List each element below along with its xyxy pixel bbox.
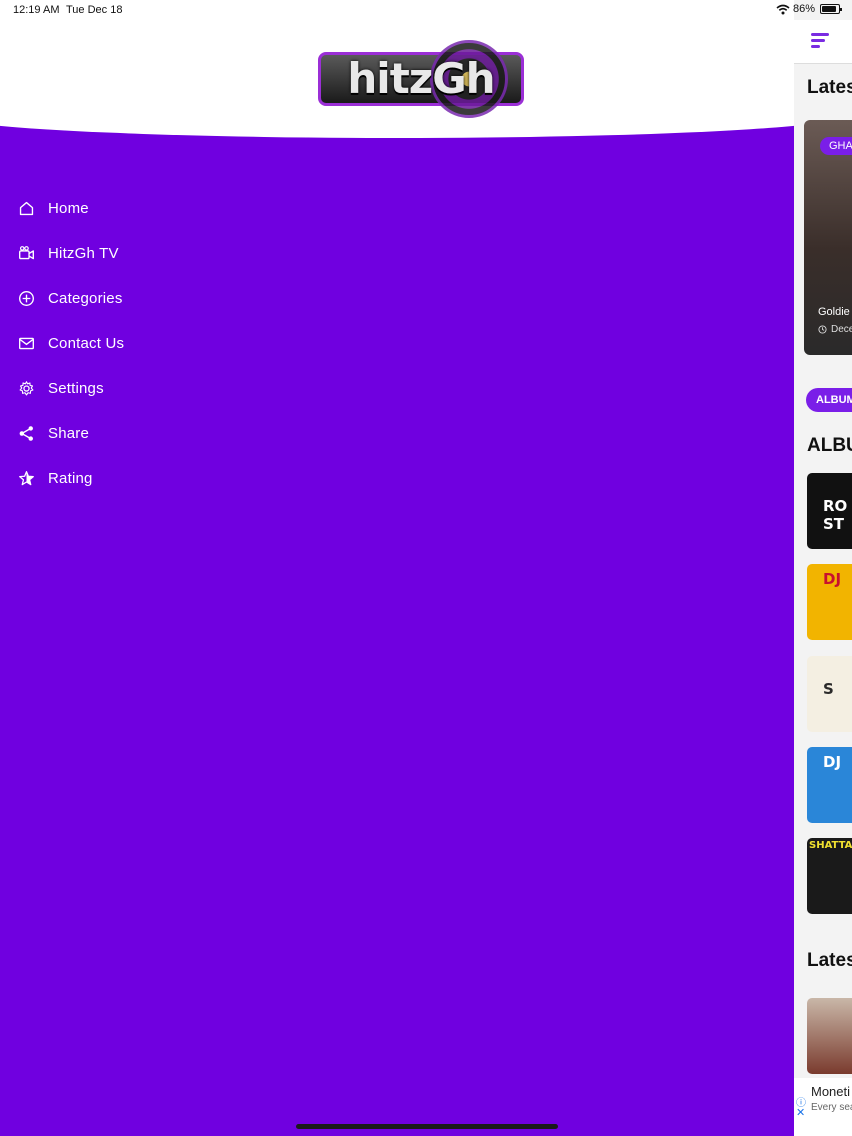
section-title-latest: Lates <box>807 77 852 98</box>
status-time: 12:19 AM <box>13 4 60 16</box>
album-thumb-text: S <box>823 680 834 698</box>
album-thumb-text: RO ST <box>823 497 848 533</box>
menu-item-label: Categories <box>48 290 123 307</box>
menu-item-hitzgh-tv[interactable]: HitzGh TV <box>18 231 124 276</box>
app-logo: hitzGh <box>318 40 526 120</box>
plus-circle-icon <box>19 291 34 306</box>
album-thumb[interactable]: DJ <box>807 747 852 823</box>
menu-item-rating[interactable]: Rating <box>18 456 124 501</box>
battery-icon <box>820 4 842 14</box>
album-thumb[interactable]: S <box>807 656 852 732</box>
gear-icon <box>19 381 34 396</box>
drawer-menu: Home HitzGh TV Categories Contact Us Set… <box>18 186 124 501</box>
menu-item-contact-us[interactable]: Contact Us <box>18 321 124 366</box>
navigation-drawer: hitzGh Home HitzGh TV Categories Contact… <box>0 0 794 1136</box>
ad-subtitle: Every sea <box>811 1102 852 1113</box>
section-title-latest-2: Lates <box>807 950 852 971</box>
envelope-icon <box>19 337 34 350</box>
menu-item-settings[interactable]: Settings <box>18 366 124 411</box>
menu-item-label: Home <box>48 200 89 217</box>
menu-item-label: Rating <box>48 470 93 487</box>
wifi-icon <box>776 4 790 14</box>
post-title: Goldie <box>818 306 850 318</box>
album-thumb[interactable]: DJ <box>807 564 852 640</box>
menu-item-label: HitzGh TV <box>48 245 119 262</box>
post-date: Dece <box>818 324 852 335</box>
clock-icon <box>818 325 827 334</box>
menu-item-label: Share <box>48 425 90 442</box>
menu-item-label: Contact Us <box>48 335 125 352</box>
battery-percent: 86% <box>792 3 815 15</box>
menu-item-home[interactable]: Home <box>18 186 124 231</box>
menu-item-label: Settings <box>48 380 104 397</box>
ad-title: Moneti <box>811 1084 851 1099</box>
share-icon <box>19 426 33 441</box>
menu-item-share[interactable]: Share <box>18 411 124 456</box>
ad-banner[interactable]: ⓘ ✕ Moneti Every sea <box>794 1078 852 1136</box>
main-content: Lates GHA Goldie Dece ALBUM ALBU RO ST D… <box>794 0 852 1136</box>
section-title-albums: ALBU <box>807 435 852 456</box>
logo-text: hitzGh <box>347 54 495 103</box>
featured-post-card[interactable]: GHA Goldie Dece <box>804 120 852 355</box>
status-bar: 12:19 AM Tue Dec 18 86% <box>0 0 852 20</box>
album-thumb-text: DJ <box>823 570 842 588</box>
status-right: 86% <box>776 3 842 15</box>
album-thumb[interactable]: SHATTA <box>807 838 852 914</box>
menu-item-categories[interactable]: Categories <box>18 276 124 321</box>
ad-close-icon[interactable]: ✕ <box>796 1106 805 1119</box>
album-thumb-text: DJ <box>823 753 842 771</box>
tv-camera-icon <box>19 246 34 260</box>
home-icon <box>19 201 34 216</box>
home-indicator[interactable] <box>296 1124 558 1129</box>
post-thumb[interactable] <box>807 998 852 1074</box>
album-category-pill[interactable]: ALBUM <box>806 388 852 412</box>
album-thumb-text: SHATTA <box>809 840 852 851</box>
star-icon <box>19 471 34 486</box>
hamburger-menu-icon[interactable] <box>811 33 829 51</box>
album-thumb[interactable]: RO ST <box>807 473 852 549</box>
post-date-text: Dece <box>831 324 852 335</box>
status-date: Tue Dec 18 <box>66 4 123 16</box>
category-tag[interactable]: GHA <box>820 137 852 155</box>
